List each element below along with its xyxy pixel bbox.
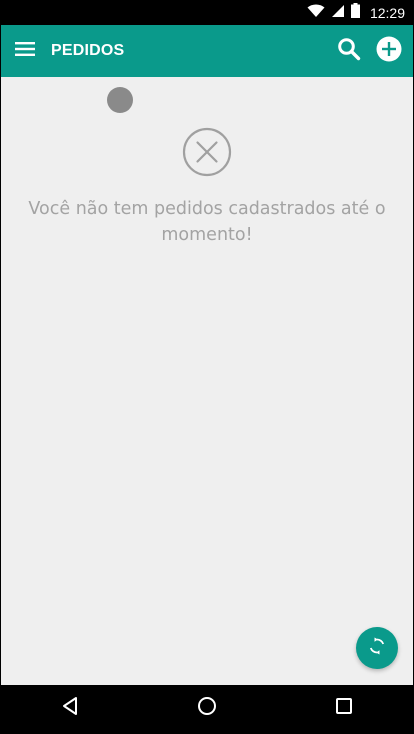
- search-button[interactable]: [335, 37, 363, 65]
- battery-icon: [350, 3, 360, 23]
- touch-indicator: [107, 87, 133, 113]
- device-screen: 12:29 PEDIDOS Você não tem pedidos cadas…: [1, 1, 413, 732]
- page-title: PEDIDOS: [51, 42, 125, 59]
- menu-button[interactable]: [13, 39, 37, 63]
- app-bar-actions: [335, 36, 403, 67]
- home-icon: [197, 696, 217, 721]
- recents-icon: [335, 697, 353, 720]
- close-circle-icon: [182, 127, 232, 177]
- signal-icon: [331, 4, 345, 23]
- add-circle-icon: [376, 36, 402, 67]
- add-button[interactable]: [375, 36, 403, 67]
- recents-button[interactable]: [324, 689, 364, 729]
- empty-state-message: Você não tem pedidos cadastrados até o m…: [28, 199, 386, 245]
- main-content: Você não tem pedidos cadastrados até o m…: [1, 77, 413, 685]
- sync-button[interactable]: [356, 627, 398, 669]
- back-icon: [61, 696, 79, 721]
- app-bar: PEDIDOS: [1, 25, 413, 77]
- search-icon: [337, 37, 361, 66]
- navigation-bar: [1, 685, 413, 732]
- status-bar: 12:29: [1, 1, 413, 25]
- menu-icon: [15, 41, 35, 62]
- sync-icon: [368, 637, 386, 660]
- home-button[interactable]: [187, 689, 227, 729]
- status-time: 12:29: [369, 5, 405, 21]
- status-icons: 12:29: [307, 1, 405, 25]
- empty-state: Você não tem pedidos cadastrados até o m…: [1, 127, 413, 248]
- back-button[interactable]: [50, 689, 90, 729]
- wifi-icon: [307, 4, 325, 23]
